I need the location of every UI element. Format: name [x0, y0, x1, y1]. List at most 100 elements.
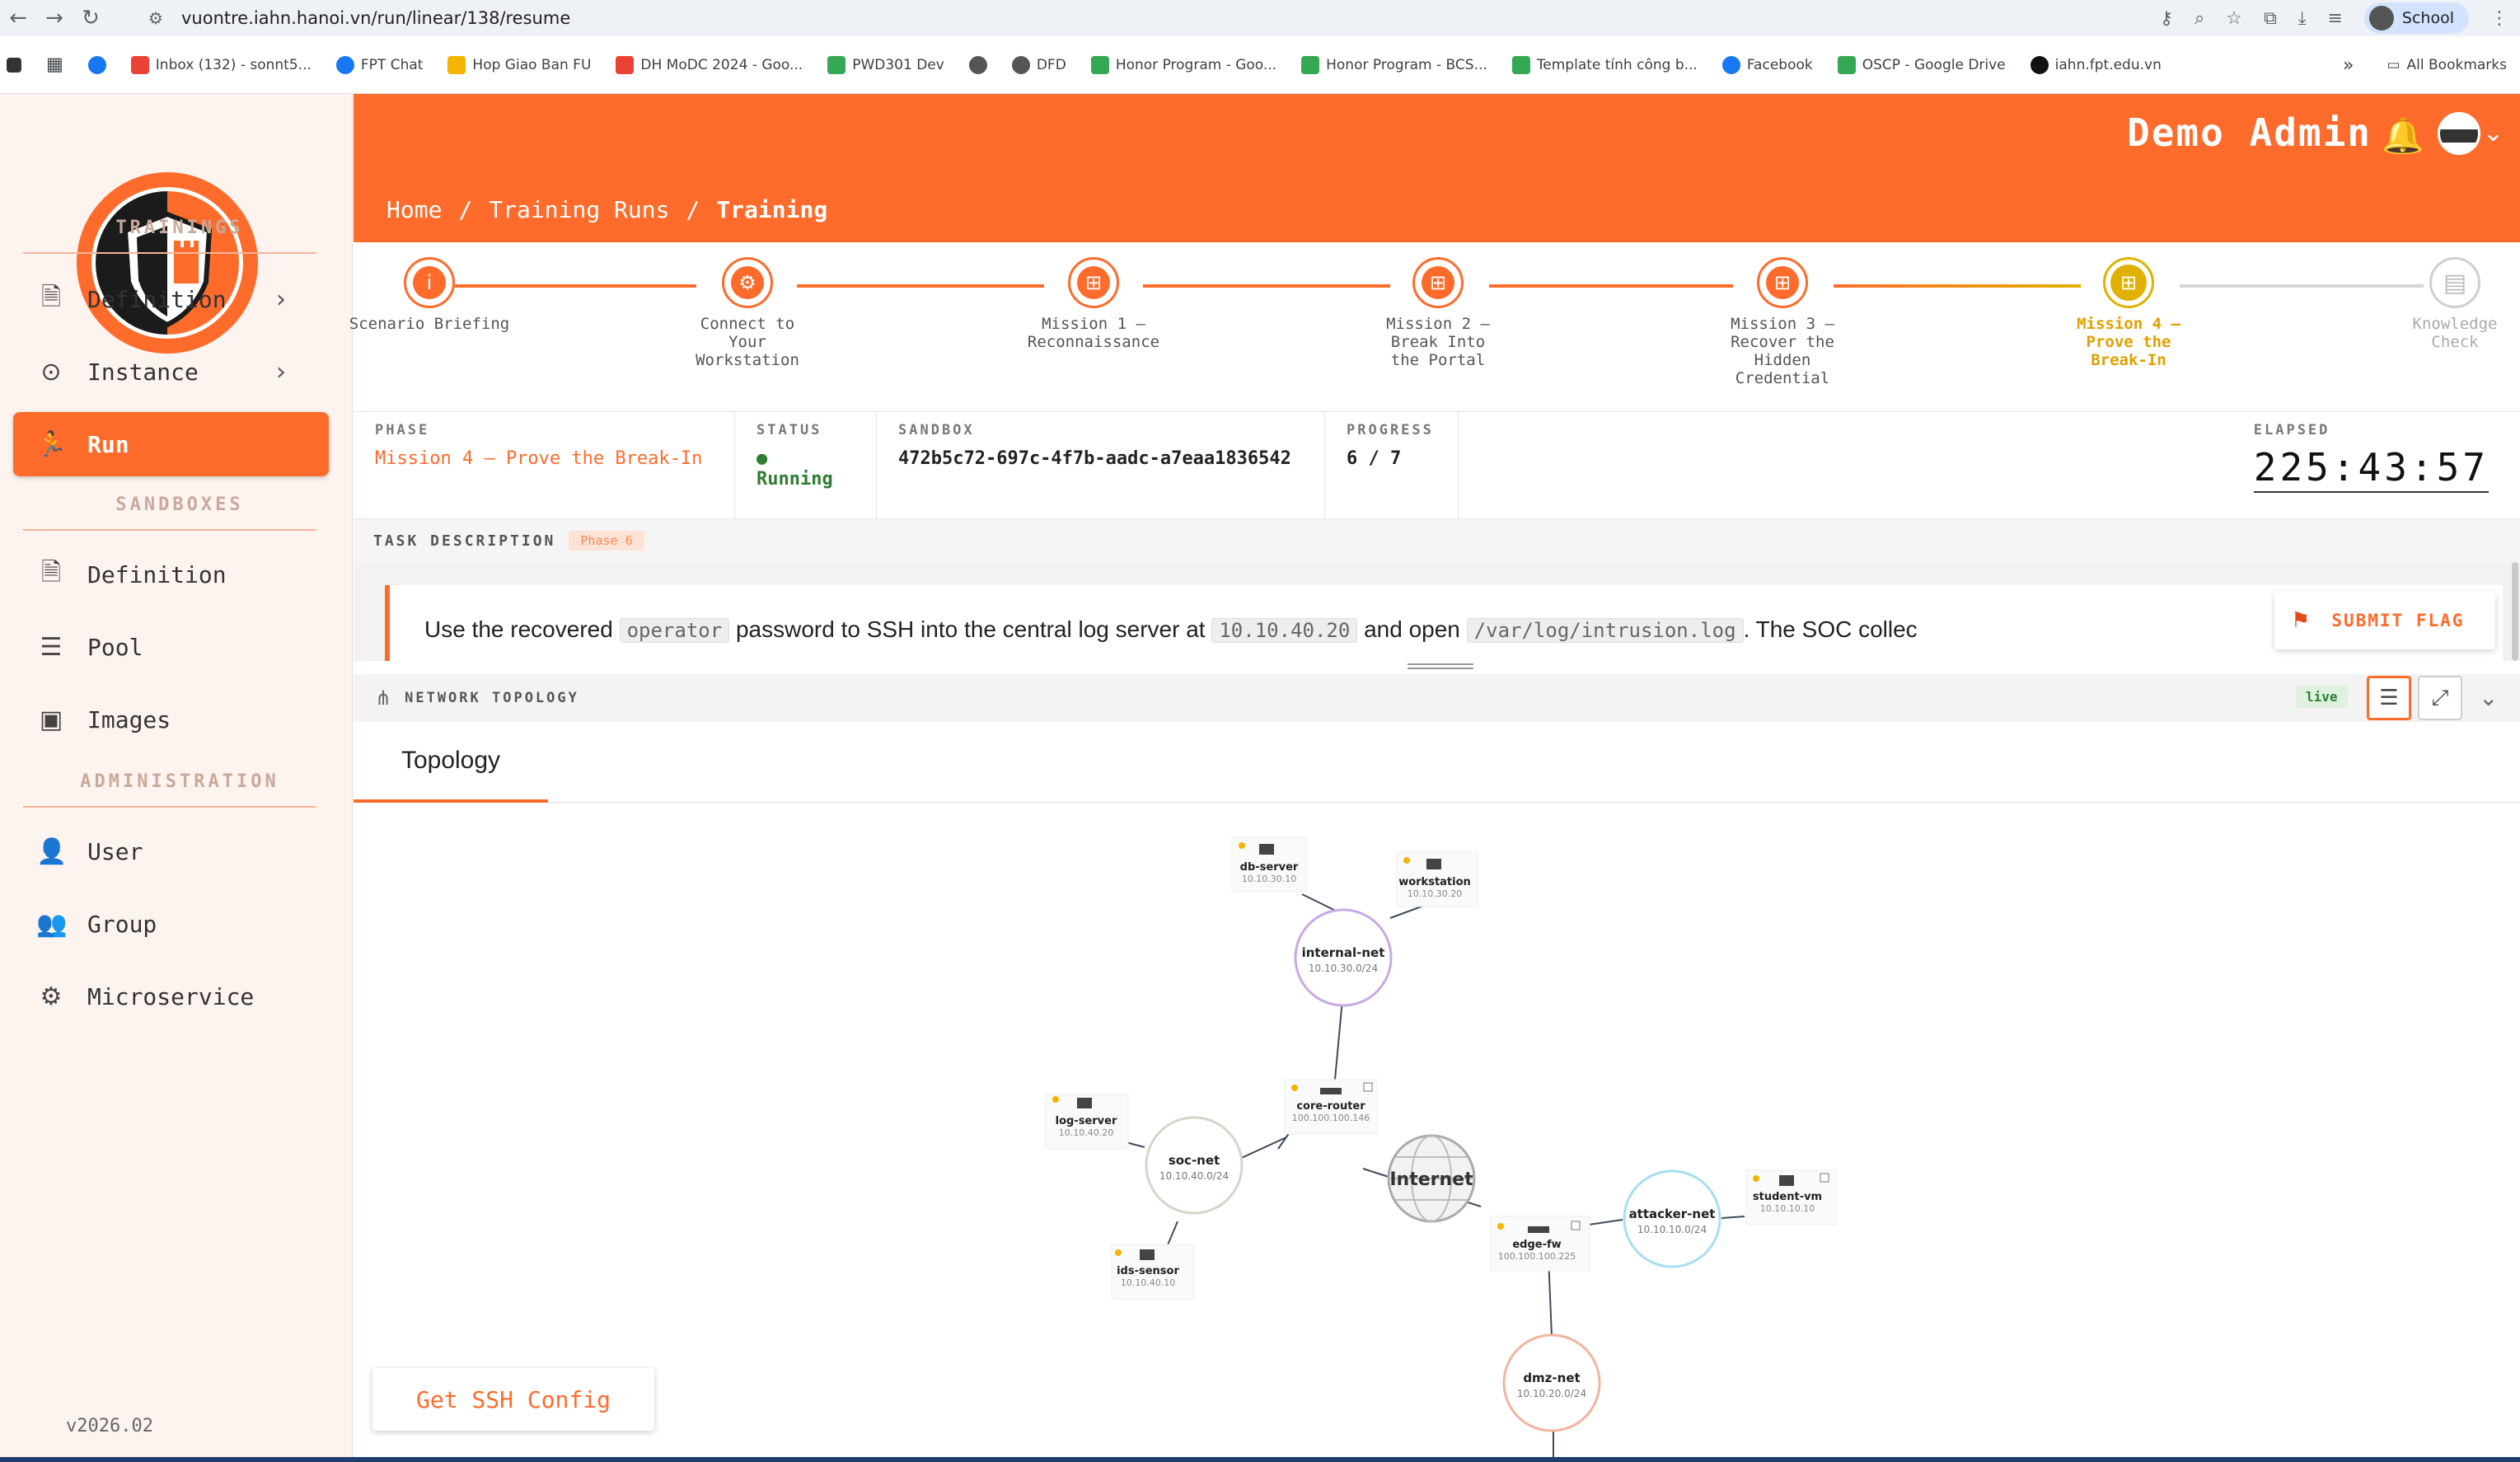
sidebar-toggle-icon[interactable]	[7, 57, 21, 73]
gear-icon: ⚙	[40, 982, 63, 1011]
sidebar-item-microservice[interactable]: ⚙ Microservice	[13, 964, 329, 1029]
topology-canvas[interactable]: internal-net 10.10.30.0/24 soc-net 10.10…	[354, 803, 2520, 1459]
step-label: Scenario Briefing	[349, 315, 510, 333]
sidebar-item-training-definition[interactable]: 🗎 Definition ›	[13, 267, 329, 331]
image-icon: ▣	[39, 705, 63, 734]
profile-label: School	[2401, 9, 2454, 27]
bookmark-item[interactable]: DH MoDC 2024 - Goo...	[616, 55, 803, 74]
zoom-icon[interactable]: ⌕	[2194, 8, 2204, 29]
reading-list-icon[interactable]: ≡	[2327, 8, 2342, 29]
svg-text:core-router: core-router	[1296, 1100, 1365, 1113]
svg-text:10.10.40.20: 10.10.40.20	[1059, 1127, 1113, 1138]
host-log-server: log-server 10.10.40.20	[1045, 1094, 1129, 1150]
network-soc-net: soc-net 10.10.40.0/24	[1145, 1116, 1244, 1215]
svg-text:workstation: workstation	[1398, 876, 1471, 888]
bookmark-item[interactable]: Honor Program - BCS...	[1301, 55, 1487, 74]
step-mission-4[interactable]: ⊞ Mission 4 — Prove the Break-In	[2046, 257, 2211, 369]
svg-text:10.10.10.10: 10.10.10.10	[1760, 1203, 1815, 1214]
step-mission-3[interactable]: ⊞ Mission 3 — Recover the Hidden Credent…	[1700, 257, 1865, 387]
task-description-header: TASK DESCRIPTION Phase 6	[354, 519, 2520, 562]
sidebar-item-label: Microservice	[87, 982, 255, 1010]
menu-dots-icon[interactable]: ⋮	[2490, 8, 2508, 29]
panel-resize-handle[interactable]	[1408, 661, 1473, 672]
password-key-icon[interactable]: ⚷	[2160, 8, 2173, 29]
chevron-down-icon[interactable]: ⌄	[2479, 684, 2498, 711]
svg-text:soc-net: soc-net	[1169, 1153, 1220, 1168]
sidebar-item-label: Definition	[87, 560, 227, 588]
get-ssh-config-button[interactable]: Get SSH Config	[372, 1368, 654, 1431]
chevron-down-icon[interactable]: ⌄	[2483, 119, 2504, 148]
folder-icon: ▭	[2387, 57, 2401, 73]
sidebar-item-label: Definition	[87, 285, 227, 313]
bookmark-item[interactable]	[968, 55, 987, 74]
progress-heading: PROGRESS	[1347, 422, 1434, 438]
sidebar-item-group[interactable]: 👥 Group	[13, 892, 329, 956]
more-bookmarks-icon[interactable]: »	[2343, 55, 2354, 76]
reload-icon[interactable]: ↻	[73, 0, 109, 36]
bookmark-item[interactable]: OSCP - Google Drive	[1837, 55, 2006, 74]
step-mission-2[interactable]: ⊞ Mission 2 — Break Into the Portal	[1356, 257, 1520, 369]
bookmark-item[interactable]: Hop Giao Ban FU	[447, 55, 591, 74]
task-scrollbar[interactable]	[2512, 562, 2518, 661]
bookmark-item[interactable]: Honor Program - Goo...	[1090, 55, 1276, 74]
step-connect-workstation[interactable]: ⚙ Connect to Your Workstation	[665, 257, 830, 369]
avatar[interactable]	[2438, 112, 2480, 155]
router-core-router: core-router 100.100.100.146	[1284, 1079, 1378, 1135]
sidebar-item-images[interactable]: ▣ Images	[13, 687, 329, 752]
forward-arrow-icon[interactable]: →	[36, 0, 73, 36]
bookmark-item[interactable]: PWD301 Dev	[827, 55, 944, 74]
tab-topology[interactable]: Topology	[354, 722, 548, 803]
bookmark-item[interactable]: iahn.fpt.edu.vn	[2030, 55, 2162, 74]
sidebar-item-label: Run	[87, 430, 129, 458]
step-connector	[2180, 284, 2424, 288]
bookmark-item[interactable]: Inbox (132) - sonnt5...	[130, 55, 311, 74]
internet-globe-icon: Internet	[1387, 1134, 1476, 1223]
step-scenario-briefing[interactable]: i Scenario Briefing	[347, 257, 512, 333]
topology-tabs: Topology	[354, 722, 2520, 803]
bookmark-item[interactable]: DFD	[1011, 55, 1066, 74]
network-internal-net: internal-net 10.10.30.0/24	[1294, 908, 1393, 1007]
bell-icon[interactable]: 🔔	[2382, 115, 2424, 157]
play-circle-icon: ⊙	[40, 357, 62, 387]
sidebar-item-sandbox-definition[interactable]: 🗎 Definition	[13, 542, 329, 607]
bookmark-facebook-1[interactable]	[87, 55, 106, 74]
sidebar-item-user[interactable]: 👤 User	[13, 819, 329, 883]
host-db-server: db-server 10.10.30.10	[1231, 836, 1307, 893]
extensions-icon[interactable]: ⧉	[2264, 8, 2277, 29]
inline-code: /var/log/intrusion.log	[1466, 618, 1744, 643]
browser-toolbar: ← → ↻ ⚙ vuontre.iahn.hanoi.vn/run/linear…	[0, 0, 2520, 36]
svg-text:dmz-net: dmz-net	[1523, 1371, 1580, 1385]
bookmark-item[interactable]: FPT Chat	[335, 55, 423, 74]
all-bookmarks-button[interactable]: ▭ All Bookmarks	[2387, 57, 2507, 73]
step-mission-1[interactable]: ⊞ Mission 1 — Reconnaissance	[1011, 257, 1176, 351]
profile-button[interactable]: School	[2363, 2, 2469, 34]
split-view-button[interactable]: ☰	[2367, 676, 2411, 720]
breadcrumb-home[interactable]: Home	[386, 196, 442, 223]
submit-flag-button[interactable]: ⚑ SUBMIT FLAG	[2274, 592, 2495, 649]
address-bar[interactable]: ⚙ vuontre.iahn.hanoi.vn/run/linear/138/r…	[148, 2, 2159, 35]
network-topology-header: ⋔ NETWORK TOPOLOGY	[354, 674, 2520, 722]
bookmark-item[interactable]: Template tính công b...	[1511, 55, 1698, 74]
phase-heading: PHASE	[375, 422, 430, 438]
expand-icon[interactable]: ⤢	[2418, 676, 2462, 720]
star-icon[interactable]: ☆	[2226, 8, 2242, 29]
task-heading: TASK DESCRIPTION	[373, 532, 556, 550]
site-settings-icon[interactable]: ⚙	[148, 8, 181, 28]
phase-value: Mission 4 — Prove the Break-In	[375, 448, 703, 469]
gamepad-icon: ⊞	[1068, 257, 1119, 308]
sidebar-item-training-instance[interactable]: ⊙ Instance ›	[13, 340, 329, 404]
download-icon[interactable]: ⤓	[2298, 8, 2307, 29]
bookmark-item[interactable]: Facebook	[1721, 55, 1813, 74]
breadcrumb-training-runs[interactable]: Training Runs	[489, 196, 669, 223]
svg-text:10.10.30.10: 10.10.30.10	[1242, 874, 1296, 884]
step-label: Mission 3 — Recover the Hidden Credentia…	[1731, 315, 1834, 387]
flag-icon: ⚑	[2291, 608, 2312, 633]
svg-text:10.10.10.0/24: 10.10.10.0/24	[1637, 1224, 1707, 1235]
task-description-panel: Use the recovered operator password to S…	[354, 562, 2520, 661]
step-knowledge-check[interactable]: ▤ Knowledge Check	[2391, 257, 2519, 351]
back-arrow-icon[interactable]: ←	[0, 0, 36, 36]
sidebar-item-run[interactable]: 🏃 Run	[13, 412, 329, 476]
sidebar-item-pool[interactable]: ☰ Pool	[13, 615, 329, 679]
network-attacker-net: attacker-net 10.10.10.0/24	[1623, 1169, 1721, 1268]
apps-grid-icon[interactable]: ▦	[46, 54, 63, 75]
